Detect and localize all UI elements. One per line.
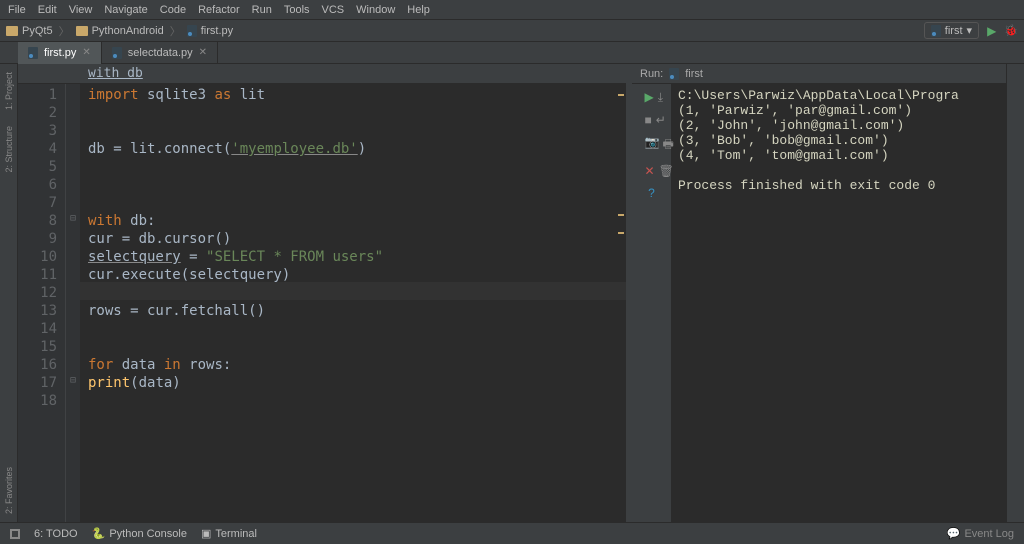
run-header-label: Run: <box>640 68 663 80</box>
python-console-label: Python Console <box>109 528 187 540</box>
menubar: File Edit View Navigate Code Refactor Ru… <box>0 0 1024 20</box>
crumb-project[interactable]: PyQt5 <box>6 25 53 37</box>
chevron-down-icon: ▾ <box>967 24 973 37</box>
menu-navigate[interactable]: Navigate <box>104 4 147 16</box>
folder-icon <box>6 26 18 36</box>
toolwindow-project[interactable]: 1: Project <box>2 64 16 118</box>
menu-tools[interactable]: Tools <box>284 4 310 16</box>
toolwindow-favorites[interactable]: 2: Favorites <box>2 459 16 522</box>
run-toolbar: ▶ ⤓ ■ ↵ 📷 🖶 ✕ 🗑 ? <box>632 84 672 522</box>
python-file-icon <box>931 25 941 37</box>
editor: with db 123456789101112131415161718 ⊟⊟ i… <box>18 64 626 522</box>
python-file-icon <box>187 25 197 37</box>
breadcrumb-sep: 〉 <box>170 23 181 39</box>
stop-button[interactable]: ■ <box>645 113 652 127</box>
debug-button[interactable]: 🐞 <box>1004 24 1018 37</box>
event-log-label: Event Log <box>964 528 1014 540</box>
fold-gutter[interactable]: ⊟⊟ <box>66 84 80 522</box>
tab-label: selectdata.py <box>128 47 193 59</box>
trash-button[interactable]: 🗑 <box>659 164 673 178</box>
toolwindow-terminal[interactable]: ▣ Terminal <box>201 527 257 540</box>
code-scope-breadcrumb[interactable]: with db <box>18 64 626 84</box>
menu-code[interactable]: Code <box>160 4 186 16</box>
python-file-icon <box>669 68 679 80</box>
python-file-icon <box>28 47 38 59</box>
crumb-folder[interactable]: PythonAndroid <box>76 25 164 37</box>
console-output[interactable]: C:\Users\Parwiz\AppData\Local\Progra (1,… <box>672 84 1006 522</box>
code-area[interactable]: import sqlite3 as lit db = lit.connect('… <box>80 84 626 522</box>
tab-first-py[interactable]: first.py ✕ <box>18 42 102 64</box>
python-icon: 🐍 <box>92 527 106 540</box>
scroll-to-end-button[interactable]: ⤓ <box>658 90 663 105</box>
line-number-gutter[interactable]: 123456789101112131415161718 <box>18 84 66 522</box>
toolwindows-toggle-icon[interactable] <box>10 529 20 539</box>
scope-label: with db <box>88 66 143 81</box>
status-bar: 6: TODO 🐍 Python Console ▣ Terminal 💬 Ev… <box>0 522 1024 544</box>
nav-row: PyQt5 〉 PythonAndroid 〉 first.py first ▾… <box>0 20 1024 42</box>
toolwindow-stripe-right <box>1006 64 1024 522</box>
crumb-project-label: PyQt5 <box>22 25 53 37</box>
crumb-file[interactable]: first.py <box>187 25 233 37</box>
tab-label: first.py <box>44 47 76 59</box>
menu-window[interactable]: Window <box>356 4 395 16</box>
breadcrumb-sep: 〉 <box>59 23 70 39</box>
toolwindow-stripe-left: 1: Project 2: Structure 2: Favorites <box>0 64 18 522</box>
rerun-button[interactable]: ▶ <box>645 90 654 105</box>
soft-wrap-button[interactable]: ↵ <box>656 113 666 127</box>
run-button[interactable]: ▶ <box>987 24 996 38</box>
python-file-icon <box>112 47 122 59</box>
editor-tabstrip: first.py ✕ selectdata.py ✕ <box>0 42 1024 64</box>
menu-edit[interactable]: Edit <box>38 4 57 16</box>
menu-file[interactable]: File <box>8 4 26 16</box>
run-config-label: first <box>945 25 963 37</box>
folder-icon <box>76 26 88 36</box>
menu-refactor[interactable]: Refactor <box>198 4 240 16</box>
terminal-icon: ▣ <box>201 527 211 540</box>
menu-vcs[interactable]: VCS <box>322 4 345 16</box>
event-log-button[interactable]: 💬 Event Log <box>947 527 1014 540</box>
close-icon[interactable]: ✕ <box>199 47 207 58</box>
toolwindow-python-console[interactable]: 🐍 Python Console <box>92 527 187 540</box>
close-icon[interactable]: ✕ <box>82 47 90 58</box>
close-run-button[interactable]: ✕ <box>645 164 655 178</box>
crumb-file-label: first.py <box>201 25 233 37</box>
help-button[interactable]: ? <box>645 186 659 200</box>
menu-help[interactable]: Help <box>407 4 430 16</box>
run-toolwindow: Run: first ▶ ⤓ ■ ↵ 📷 🖶 ✕ <box>626 64 1006 522</box>
crumb-folder-label: PythonAndroid <box>92 25 164 37</box>
menu-run[interactable]: Run <box>252 4 272 16</box>
toolwindow-todo[interactable]: 6: TODO <box>34 528 78 540</box>
terminal-label: Terminal <box>215 528 257 540</box>
run-config-selector[interactable]: first ▾ <box>924 22 979 39</box>
breadcrumb: PyQt5 〉 PythonAndroid 〉 first.py <box>6 23 233 39</box>
menu-view[interactable]: View <box>69 4 93 16</box>
run-header-target: first <box>685 68 703 80</box>
toolwindow-structure[interactable]: 2: Structure <box>2 118 16 181</box>
run-toolwindow-header[interactable]: Run: first <box>632 64 1006 84</box>
tab-selectdata-py[interactable]: selectdata.py ✕ <box>102 42 218 64</box>
event-log-icon: 💬 <box>947 527 961 540</box>
dump-threads-button[interactable]: 📷 <box>645 135 659 156</box>
